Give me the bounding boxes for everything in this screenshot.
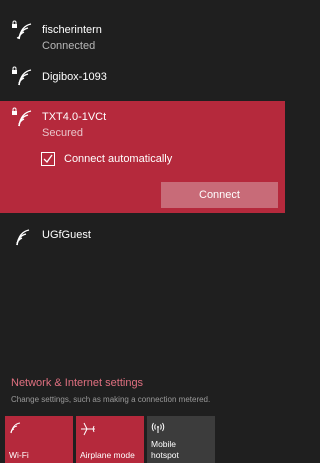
connect-automatically-label[interactable]: Connect automatically <box>64 153 172 165</box>
tile-label: Wi-Fi <box>9 450 29 460</box>
connect-automatically-checkbox[interactable] <box>41 152 55 166</box>
network-item-txt4[interactable]: TXT4.0-1VCt Secured Connect automaticall… <box>0 101 285 213</box>
network-name: UGfGuest <box>42 229 91 241</box>
hotspot-icon <box>151 422 165 434</box>
network-settings-description: Change settings, such as making a connec… <box>11 395 211 404</box>
wifi-secured-icon <box>11 20 33 40</box>
connect-button[interactable]: Connect <box>161 182 278 208</box>
airplane-mode-tile[interactable]: Airplane mode <box>76 416 144 463</box>
network-status: Secured <box>42 127 83 139</box>
network-settings-link[interactable]: Network & Internet settings <box>11 377 143 389</box>
network-name: Digibox-1093 <box>42 71 107 83</box>
network-name: fischerintern <box>42 24 102 36</box>
wifi-secured-icon <box>11 107 33 127</box>
wifi-secured-icon <box>11 66 33 86</box>
mobile-hotspot-tile[interactable]: Mobile hotspot <box>147 416 215 463</box>
network-item-fischerintern[interactable]: fischerintern Connected <box>0 14 285 56</box>
network-name: TXT4.0-1VCt <box>42 111 107 123</box>
wifi-open-icon <box>11 226 33 246</box>
wifi-toggle-tile[interactable]: Wi-Fi <box>5 416 73 463</box>
network-item-ugfguest[interactable]: UGfGuest <box>0 222 285 256</box>
network-flyout: fischerintern Connected Digibox-1093 TXT… <box>0 0 285 463</box>
network-status: Connected <box>42 40 96 52</box>
tile-label: Mobile hotspot <box>151 439 179 460</box>
network-item-digibox[interactable]: Digibox-1093 <box>0 60 285 94</box>
tile-label: Airplane mode <box>80 450 135 460</box>
wifi-icon <box>9 422 23 434</box>
airplane-icon <box>80 422 96 436</box>
